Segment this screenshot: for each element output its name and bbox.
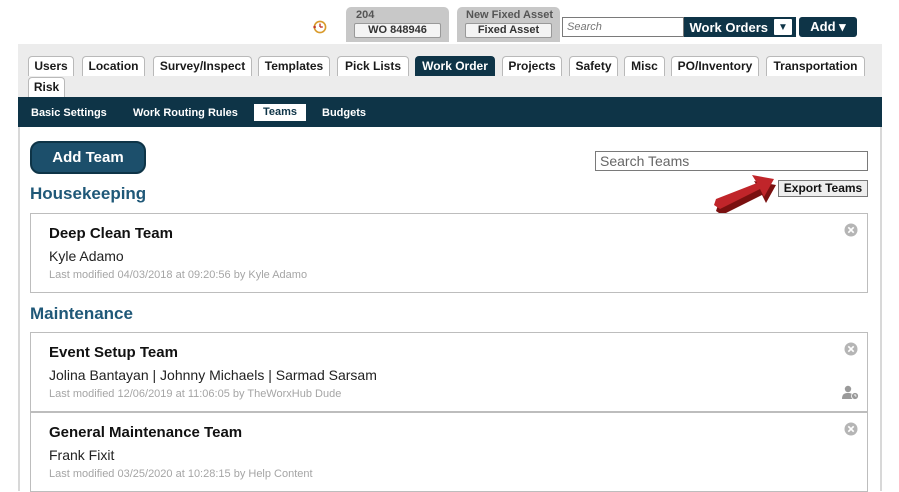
subtab-budgets[interactable]: Budgets bbox=[322, 105, 366, 121]
team-name: Deep Clean Team bbox=[49, 225, 173, 242]
section-title-maintenance: Maintenance bbox=[30, 304, 133, 323]
global-search-input[interactable] bbox=[562, 17, 684, 37]
settings-frame: Users Location Survey/Inspect Templates … bbox=[18, 44, 882, 492]
tab-misc[interactable]: Misc bbox=[624, 56, 665, 76]
tab-projects[interactable]: Projects bbox=[502, 56, 562, 76]
team-members: Frank Fixit bbox=[49, 447, 115, 463]
red-arrow-icon bbox=[714, 175, 776, 215]
team-last-modified: Last modified 04/03/2018 at 09:20:56 by … bbox=[49, 269, 308, 281]
subtab-work-routing-rules[interactable]: Work Routing Rules bbox=[133, 105, 238, 121]
add-dropdown-button[interactable]: Add ▾ bbox=[799, 17, 857, 37]
work-orders-dropdown[interactable]: Work Orders ▼ bbox=[684, 17, 796, 37]
search-teams-input[interactable] bbox=[595, 151, 868, 171]
export-teams-button[interactable]: Export Teams bbox=[778, 180, 868, 197]
history-clock-icon[interactable] bbox=[313, 20, 327, 34]
chevron-down-icon[interactable]: ▼ bbox=[774, 19, 792, 35]
team-card[interactable]: Deep Clean Team Kyle Adamo Last modified… bbox=[30, 213, 868, 293]
delete-circle-icon[interactable] bbox=[844, 422, 858, 436]
tab-risk[interactable]: Risk bbox=[28, 77, 65, 97]
team-name: Event Setup Team bbox=[49, 344, 178, 361]
user-clock-icon bbox=[842, 385, 859, 400]
team-members: Jolina Bantayan | Johnny Michaels | Sarm… bbox=[49, 367, 377, 383]
team-name: General Maintenance Team bbox=[49, 424, 243, 441]
recent-item-work-order[interactable]: 204 WO 848946 bbox=[346, 7, 449, 42]
section-title-housekeeping: Housekeeping bbox=[30, 184, 147, 203]
tab-transportation[interactable]: Transportation bbox=[766, 56, 865, 76]
work-orders-label: Work Orders bbox=[689, 19, 768, 35]
tab-safety[interactable]: Safety bbox=[569, 56, 618, 76]
tab-po-inventory[interactable]: PO/Inventory bbox=[671, 56, 759, 76]
subtab-basic-settings[interactable]: Basic Settings bbox=[31, 105, 107, 121]
team-card[interactable]: General Maintenance Team Frank Fixit Las… bbox=[30, 412, 868, 492]
tab-users[interactable]: Users bbox=[28, 56, 74, 76]
delete-circle-icon[interactable] bbox=[844, 223, 858, 237]
tab-pick-lists[interactable]: Pick Lists bbox=[337, 56, 409, 76]
tab-templates[interactable]: Templates bbox=[258, 56, 330, 76]
top-bar: 204 WO 848946 New Fixed Asset Fixed Asse… bbox=[0, 0, 899, 44]
recent-item-id: 204 bbox=[356, 9, 375, 21]
team-card[interactable]: Event Setup Team Jolina Bantayan | Johnn… bbox=[30, 332, 868, 412]
recent-item-label: WO 848946 bbox=[354, 23, 441, 38]
tab-location[interactable]: Location bbox=[82, 56, 145, 76]
team-members: Kyle Adamo bbox=[49, 248, 124, 264]
add-team-button[interactable]: Add Team bbox=[30, 141, 146, 174]
team-last-modified: Last modified 12/06/2019 at 11:06:05 by … bbox=[49, 388, 342, 400]
tab-survey-inspect[interactable]: Survey/Inspect bbox=[153, 56, 252, 76]
sub-navigation: Basic Settings Work Routing Rules Teams … bbox=[18, 97, 882, 127]
team-last-modified: Last modified 03/25/2020 at 10:28:15 by … bbox=[49, 468, 313, 480]
recent-item-label: Fixed Asset bbox=[465, 23, 552, 38]
recent-item-title: New Fixed Asset bbox=[466, 9, 554, 21]
delete-circle-icon[interactable] bbox=[844, 342, 858, 356]
subtab-teams[interactable]: Teams bbox=[254, 104, 307, 121]
teams-content: Add Team Export Teams Housekeeping Deep … bbox=[18, 127, 882, 492]
tab-work-order[interactable]: Work Order bbox=[415, 56, 495, 76]
recent-item-fixed-asset[interactable]: New Fixed Asset Fixed Asset bbox=[457, 7, 560, 42]
